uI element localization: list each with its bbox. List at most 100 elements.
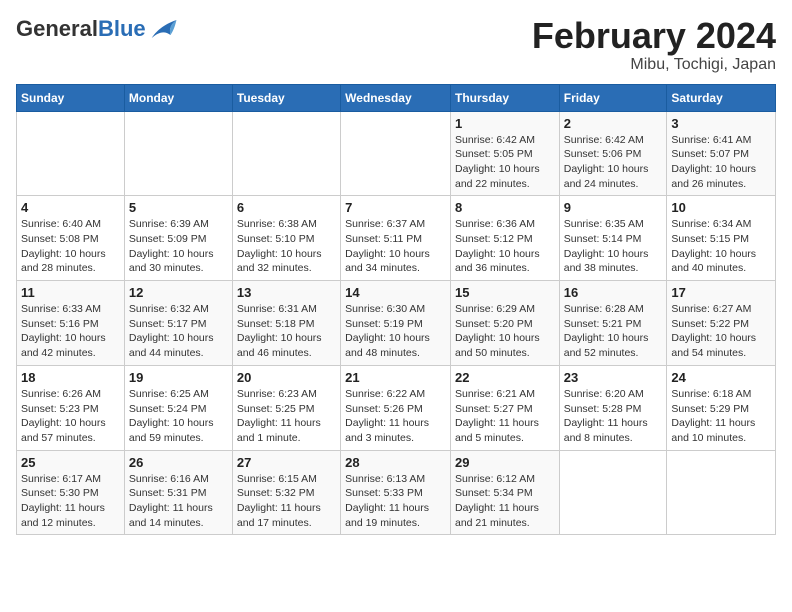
day-info: Sunrise: 6:12 AM Sunset: 5:34 PM Dayligh…	[455, 472, 555, 531]
day-info: Sunrise: 6:39 AM Sunset: 5:09 PM Dayligh…	[129, 217, 228, 276]
day-info: Sunrise: 6:36 AM Sunset: 5:12 PM Dayligh…	[455, 217, 555, 276]
day-number: 17	[671, 285, 771, 300]
day-number: 9	[564, 200, 663, 215]
day-info: Sunrise: 6:18 AM Sunset: 5:29 PM Dayligh…	[671, 387, 771, 446]
day-info: Sunrise: 6:22 AM Sunset: 5:26 PM Dayligh…	[345, 387, 446, 446]
calendar-cell: 22Sunrise: 6:21 AM Sunset: 5:27 PM Dayli…	[450, 365, 559, 450]
day-number: 22	[455, 370, 555, 385]
calendar-cell: 5 Sunrise: 6:39 AM Sunset: 5:09 PM Daylig…	[124, 196, 232, 281]
weekday-header-thursday: Thursday	[450, 84, 559, 111]
day-info: Sunrise: 6:32 AM Sunset: 5:17 PM Dayligh…	[129, 302, 228, 361]
calendar-cell: 3 Sunrise: 6:41 AM Sunset: 5:07 PM Daylig…	[667, 111, 776, 196]
day-number: 26	[129, 455, 228, 470]
calendar-cell	[341, 111, 451, 196]
calendar-table: SundayMondayTuesdayWednesdayThursdayFrid…	[16, 84, 776, 536]
calendar-cell: 24 Sunrise: 6:18 AM Sunset: 5:29 PM Dayli…	[667, 365, 776, 450]
calendar-cell: 28 Sunrise: 6:13 AM Sunset: 5:33 PM Dayli…	[341, 450, 451, 535]
logo: GeneralBlue	[16, 16, 178, 42]
calendar-cell	[667, 450, 776, 535]
day-number: 13	[237, 285, 336, 300]
calendar-cell: 11 Sunrise: 6:33 AM Sunset: 5:16 PM Dayli…	[17, 281, 125, 366]
calendar-cell: 6Sunrise: 6:38 AM Sunset: 5:10 PM Daylig…	[232, 196, 340, 281]
day-info: Sunrise: 6:37 AM Sunset: 5:11 PM Dayligh…	[345, 217, 446, 276]
calendar-cell: 16Sunrise: 6:28 AM Sunset: 5:21 PM Dayli…	[559, 281, 667, 366]
calendar-week-5: 25 Sunrise: 6:17 AM Sunset: 5:30 PM Dayli…	[17, 450, 776, 535]
calendar-week-1: 1 Sunrise: 6:42 AM Sunset: 5:05 PM Daylig…	[17, 111, 776, 196]
calendar-cell: 1 Sunrise: 6:42 AM Sunset: 5:05 PM Daylig…	[450, 111, 559, 196]
calendar-week-2: 4 Sunrise: 6:40 AM Sunset: 5:08 PM Daylig…	[17, 196, 776, 281]
day-number: 27	[237, 455, 336, 470]
calendar-cell	[17, 111, 125, 196]
calendar-body: 1 Sunrise: 6:42 AM Sunset: 5:05 PM Daylig…	[17, 111, 776, 535]
day-number: 25	[21, 455, 120, 470]
calendar-cell: 26 Sunrise: 6:16 AM Sunset: 5:31 PM Dayli…	[124, 450, 232, 535]
calendar-cell: 18Sunrise: 6:26 AM Sunset: 5:23 PM Dayli…	[17, 365, 125, 450]
day-info: Sunrise: 6:16 AM Sunset: 5:31 PM Dayligh…	[129, 472, 228, 531]
day-number: 1	[455, 116, 555, 131]
day-number: 14	[345, 285, 446, 300]
weekday-header-friday: Friday	[559, 84, 667, 111]
day-info: Sunrise: 6:31 AM Sunset: 5:18 PM Dayligh…	[237, 302, 336, 361]
day-number: 21	[345, 370, 446, 385]
calendar-cell: 10Sunrise: 6:34 AM Sunset: 5:15 PM Dayli…	[667, 196, 776, 281]
day-number: 7	[345, 200, 446, 215]
calendar-cell: 29 Sunrise: 6:12 AM Sunset: 5:34 PM Dayli…	[450, 450, 559, 535]
calendar-week-4: 18Sunrise: 6:26 AM Sunset: 5:23 PM Dayli…	[17, 365, 776, 450]
day-number: 3	[671, 116, 771, 131]
calendar-cell: 13 Sunrise: 6:31 AM Sunset: 5:18 PM Dayli…	[232, 281, 340, 366]
day-info: Sunrise: 6:28 AM Sunset: 5:21 PM Dayligh…	[564, 302, 663, 361]
calendar-cell: 23 Sunrise: 6:20 AM Sunset: 5:28 PM Dayli…	[559, 365, 667, 450]
location: Mibu, Tochigi, Japan	[532, 56, 776, 74]
day-number: 18	[21, 370, 120, 385]
day-info: Sunrise: 6:17 AM Sunset: 5:30 PM Dayligh…	[21, 472, 120, 531]
day-number: 6	[237, 200, 336, 215]
calendar-cell: 21 Sunrise: 6:22 AM Sunset: 5:26 PM Dayli…	[341, 365, 451, 450]
logo-text: GeneralBlue	[16, 16, 146, 42]
day-number: 24	[671, 370, 771, 385]
weekday-header-monday: Monday	[124, 84, 232, 111]
calendar-cell: 25 Sunrise: 6:17 AM Sunset: 5:30 PM Dayli…	[17, 450, 125, 535]
calendar-header: SundayMondayTuesdayWednesdayThursdayFrid…	[17, 84, 776, 111]
day-info: Sunrise: 6:40 AM Sunset: 5:08 PM Dayligh…	[21, 217, 120, 276]
calendar-cell: 14Sunrise: 6:30 AM Sunset: 5:19 PM Dayli…	[341, 281, 451, 366]
title-section: February 2024 Mibu, Tochigi, Japan	[532, 16, 776, 74]
day-info: Sunrise: 6:42 AM Sunset: 5:05 PM Dayligh…	[455, 133, 555, 192]
day-number: 29	[455, 455, 555, 470]
day-info: Sunrise: 6:42 AM Sunset: 5:06 PM Dayligh…	[564, 133, 663, 192]
day-number: 23	[564, 370, 663, 385]
day-info: Sunrise: 6:23 AM Sunset: 5:25 PM Dayligh…	[237, 387, 336, 446]
day-number: 28	[345, 455, 446, 470]
day-info: Sunrise: 6:29 AM Sunset: 5:20 PM Dayligh…	[455, 302, 555, 361]
day-number: 5	[129, 200, 228, 215]
day-info: Sunrise: 6:33 AM Sunset: 5:16 PM Dayligh…	[21, 302, 120, 361]
weekday-header-saturday: Saturday	[667, 84, 776, 111]
month-title: February 2024	[532, 16, 776, 56]
weekday-header-wednesday: Wednesday	[341, 84, 451, 111]
calendar-cell: 12Sunrise: 6:32 AM Sunset: 5:17 PM Dayli…	[124, 281, 232, 366]
calendar-cell: 4 Sunrise: 6:40 AM Sunset: 5:08 PM Daylig…	[17, 196, 125, 281]
calendar-cell: 15Sunrise: 6:29 AM Sunset: 5:20 PM Dayli…	[450, 281, 559, 366]
day-number: 20	[237, 370, 336, 385]
calendar-cell: 17 Sunrise: 6:27 AM Sunset: 5:22 PM Dayli…	[667, 281, 776, 366]
calendar-cell	[559, 450, 667, 535]
day-info: Sunrise: 6:20 AM Sunset: 5:28 PM Dayligh…	[564, 387, 663, 446]
logo-blue: Blue	[98, 16, 146, 41]
day-info: Sunrise: 6:35 AM Sunset: 5:14 PM Dayligh…	[564, 217, 663, 276]
day-info: Sunrise: 6:34 AM Sunset: 5:15 PM Dayligh…	[671, 217, 771, 276]
weekday-header-tuesday: Tuesday	[232, 84, 340, 111]
day-info: Sunrise: 6:13 AM Sunset: 5:33 PM Dayligh…	[345, 472, 446, 531]
calendar-cell: 9 Sunrise: 6:35 AM Sunset: 5:14 PM Daylig…	[559, 196, 667, 281]
logo-general: General	[16, 16, 98, 41]
day-info: Sunrise: 6:27 AM Sunset: 5:22 PM Dayligh…	[671, 302, 771, 361]
calendar-cell	[232, 111, 340, 196]
day-number: 19	[129, 370, 228, 385]
day-number: 4	[21, 200, 120, 215]
logo-bird-icon	[148, 17, 178, 41]
weekday-header-row: SundayMondayTuesdayWednesdayThursdayFrid…	[17, 84, 776, 111]
calendar-cell: 7 Sunrise: 6:37 AM Sunset: 5:11 PM Daylig…	[341, 196, 451, 281]
calendar-cell: 2Sunrise: 6:42 AM Sunset: 5:06 PM Daylig…	[559, 111, 667, 196]
calendar-week-3: 11 Sunrise: 6:33 AM Sunset: 5:16 PM Dayli…	[17, 281, 776, 366]
day-info: Sunrise: 6:41 AM Sunset: 5:07 PM Dayligh…	[671, 133, 771, 192]
day-number: 11	[21, 285, 120, 300]
calendar-cell: 8Sunrise: 6:36 AM Sunset: 5:12 PM Daylig…	[450, 196, 559, 281]
